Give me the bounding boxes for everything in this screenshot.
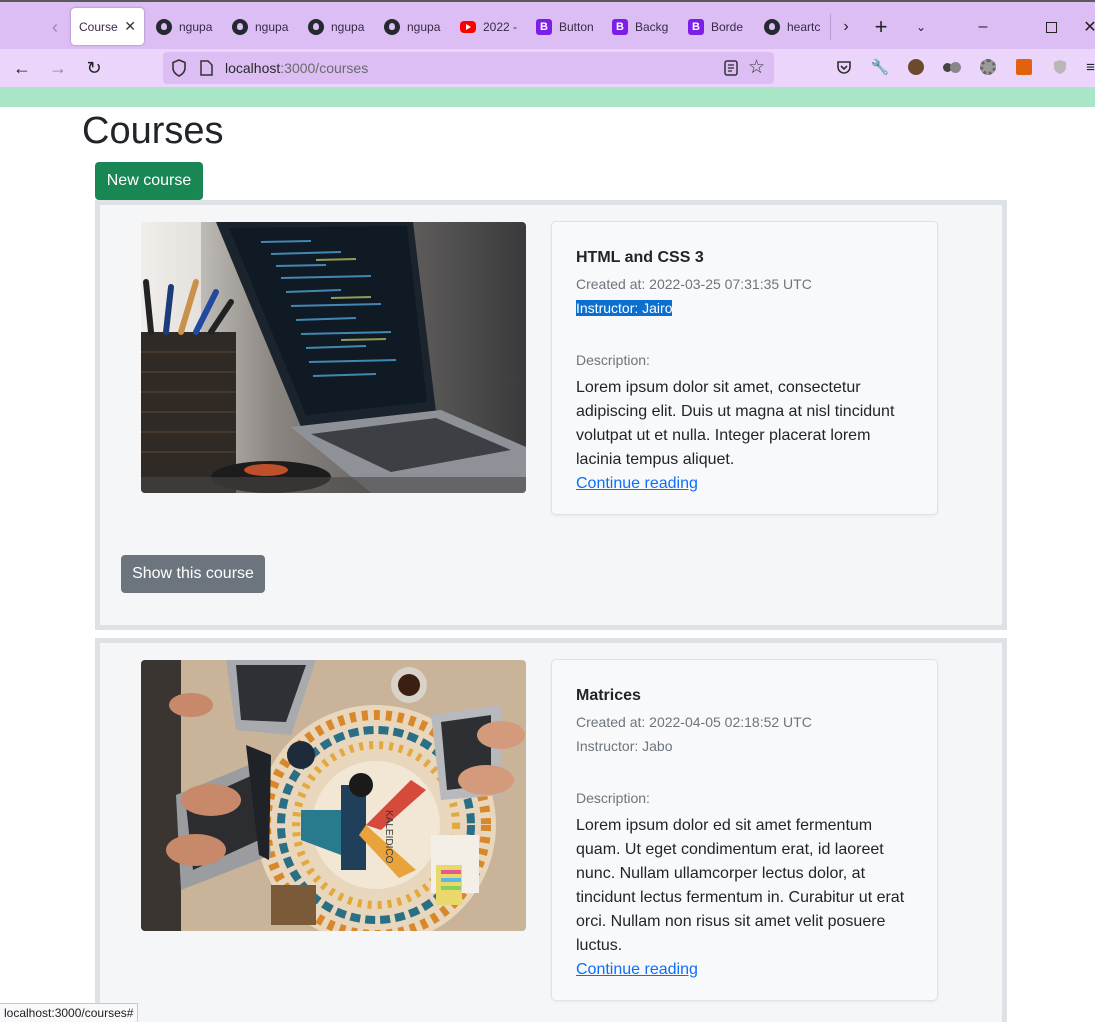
github-icon [232, 18, 248, 35]
bootstrap-icon: B [536, 18, 552, 35]
tab-label: Borde [711, 19, 744, 34]
kaleidico-text: KALEIDICO [383, 810, 394, 864]
new-course-button[interactable]: New course [95, 162, 203, 200]
tab-courses[interactable]: Courses ✕ [71, 8, 144, 45]
extension-adobe-icon[interactable] [1014, 57, 1034, 77]
tab-bootstrap-1[interactable]: B Button [536, 8, 595, 45]
url-host: localhost [225, 60, 281, 76]
course-item: HTML and CSS 3 Created at: 2022-03-25 07… [95, 200, 1007, 630]
github-icon [308, 18, 324, 35]
tab-label: ngupa [331, 19, 365, 34]
instructor: Instructor: Jairo [576, 296, 913, 320]
minimize-icon[interactable]: – [970, 14, 996, 40]
course-title: Matrices [576, 687, 641, 704]
maximize-icon[interactable] [1038, 14, 1064, 40]
course-image: KALEIDICO [141, 660, 526, 931]
github-icon [384, 18, 400, 35]
continue-reading-link[interactable]: Continue reading [576, 958, 698, 982]
description-text: Lorem ipsum dolor ed sit amet fermentum … [576, 817, 905, 954]
window-close-icon[interactable]: ✕ [1083, 14, 1095, 40]
tab-label: ngupa [179, 19, 213, 34]
course-card: Matrices Created at: 2022-04-05 02:18:52… [551, 659, 938, 1001]
created-at: Created at: 2022-03-25 07:31:35 UTC [576, 276, 812, 292]
bootstrap-icon: B [688, 18, 704, 35]
shield-icon[interactable] [171, 59, 187, 77]
instructor: Instructor: Jabo [576, 738, 673, 754]
close-icon[interactable]: ✕ [124, 18, 136, 35]
new-tab-icon[interactable]: + [870, 14, 892, 40]
youtube-icon [460, 20, 476, 33]
browser-tab-bar: ‹ Courses ✕ ngupa ngupa ngupa ngupa 2022… [0, 0, 1095, 49]
tab-label: 2022 - [483, 19, 518, 34]
tab-github-3[interactable]: ngupa [308, 8, 367, 45]
github-icon [764, 18, 780, 35]
tab-label: ngupa [255, 19, 289, 34]
course-item: KALEIDICO Matrices Created at: 2022-04-0… [95, 638, 1007, 1022]
tab-label: Backg [635, 19, 669, 34]
description-label: Description: [576, 352, 650, 368]
description-label: Description: [576, 790, 650, 806]
menu-icon[interactable]: ≡ [1086, 57, 1095, 77]
created-at: Created at: 2022-04-05 02:18:52 UTC [576, 714, 812, 730]
status-url-tooltip: localhost:3000/courses# [0, 1003, 139, 1022]
page-icon[interactable] [200, 60, 213, 76]
tab-label: heartc [787, 19, 821, 34]
instructor-text: Instructor: Jairo [576, 300, 673, 316]
reader-view-icon[interactable] [724, 60, 738, 76]
extension-avatar-icon[interactable] [906, 57, 926, 77]
tab-label: ngupa [407, 19, 441, 34]
tab-github-2[interactable]: ngupa [232, 8, 291, 45]
show-course-button[interactable]: Show this course [121, 555, 265, 593]
tab-bootstrap-2[interactable]: B Backg [612, 8, 671, 45]
tab-scroll-right-icon[interactable]: › [835, 14, 857, 40]
laptop-code-photo [141, 222, 526, 493]
course-title: HTML and CSS 3 [576, 249, 704, 266]
continue-reading-link[interactable]: Continue reading [576, 472, 698, 496]
github-icon [156, 18, 172, 35]
extension-gear-icon[interactable] [978, 57, 998, 77]
pocket-icon[interactable] [834, 57, 854, 77]
forward-icon[interactable]: → [44, 55, 72, 81]
tab-divider [830, 14, 831, 40]
wrench-icon[interactable]: 🔧 [870, 57, 890, 77]
list-tabs-icon[interactable]: ⌄ [910, 14, 932, 40]
back-icon[interactable]: ← [8, 55, 36, 81]
course-card: HTML and CSS 3 Created at: 2022-03-25 07… [551, 221, 938, 515]
extension-balls-icon[interactable] [942, 57, 962, 77]
address-bar[interactable]: localhost:3000/courses ☆ [163, 52, 774, 84]
tab-github-4[interactable]: ngupa [384, 8, 443, 45]
kaleidico-desk-photo: KALEIDICO [141, 660, 526, 931]
browser-toolbar: ← → ↻ localhost:3000/courses ☆ 🔧 ≡ [0, 49, 1095, 87]
tab-github-5[interactable]: heartc [764, 8, 823, 45]
url-text: localhost:3000/courses [225, 60, 368, 76]
description-text: Lorem ipsum dolor sit amet, consectetur … [576, 379, 895, 468]
tab-youtube[interactable]: 2022 - [460, 8, 519, 45]
tab-scroll-left-icon[interactable]: ‹ [40, 10, 70, 44]
tab-github-1[interactable]: ngupa [156, 8, 215, 45]
course-image [141, 222, 526, 493]
bootstrap-icon: B [612, 18, 628, 35]
notice-strip [0, 87, 1095, 107]
url-path: :3000/courses [280, 60, 369, 76]
tab-label: Courses [79, 19, 118, 34]
tab-bootstrap-3[interactable]: B Borde [688, 8, 747, 45]
bookmark-star-icon[interactable]: ☆ [748, 56, 765, 79]
tab-label: Button [559, 19, 594, 34]
reload-icon[interactable]: ↻ [80, 55, 108, 81]
page-title: Courses [82, 110, 224, 152]
extension-shield-icon[interactable] [1050, 57, 1070, 77]
